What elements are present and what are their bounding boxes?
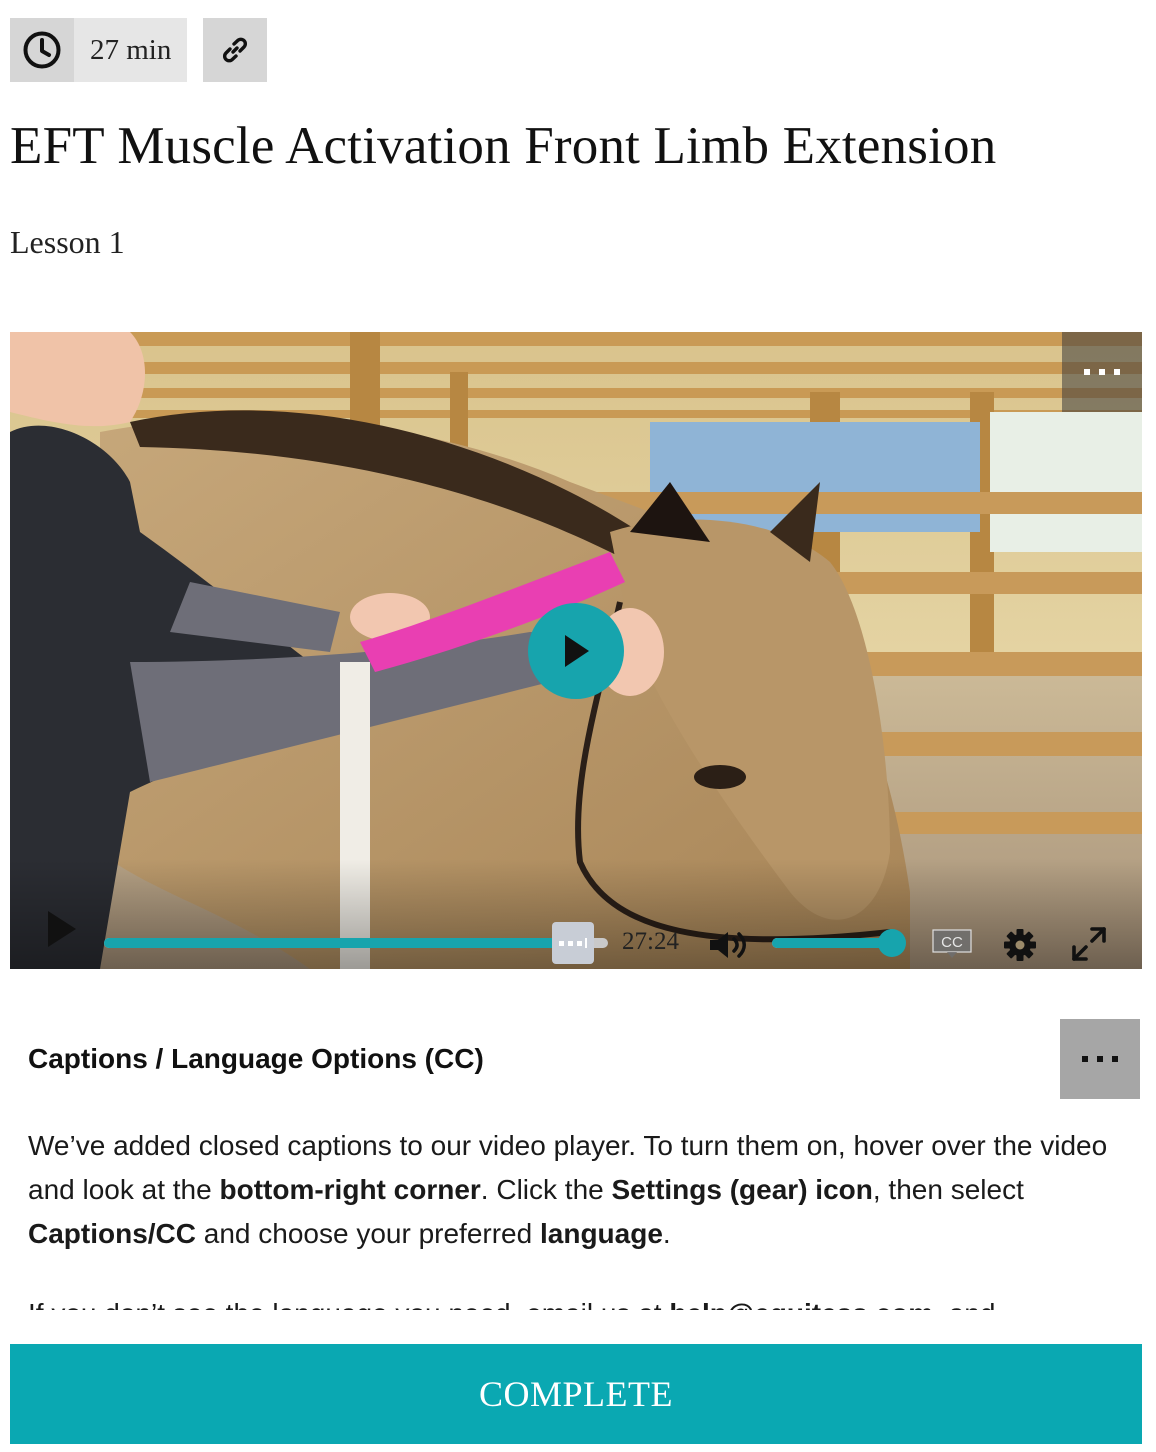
video-player[interactable]: 27:24 CC — [10, 332, 1142, 969]
cc-icon[interactable]: CC — [932, 929, 972, 959]
time-display: 27:24 — [622, 928, 679, 955]
video-controls: 27:24 CC — [10, 859, 1142, 969]
captions-help-text: If you don’t see the language you need, … — [28, 1292, 1118, 1310]
complete-button[interactable]: COMPLETE — [10, 1344, 1142, 1444]
play-button[interactable] — [44, 909, 78, 949]
gear-icon[interactable] — [1002, 927, 1038, 963]
link-icon — [223, 37, 248, 63]
big-play-button[interactable] — [528, 603, 624, 699]
volume-fill — [772, 938, 892, 948]
volume-slider[interactable] — [772, 929, 906, 957]
captions-heading: Captions / Language Options (CC) — [28, 1043, 484, 1074]
seek-bar[interactable] — [104, 922, 608, 964]
help-email-link[interactable]: help@equitess.com — [669, 1298, 933, 1310]
seek-handle[interactable] — [551, 922, 594, 964]
copy-link-button[interactable] — [203, 18, 268, 82]
duration-badge: 27 min — [10, 18, 188, 82]
captions-instructions: We’ve added closed captions to our video… — [28, 1130, 1108, 1249]
volume-knob[interactable] — [878, 929, 906, 957]
more-icon — [558, 938, 587, 948]
volume-icon[interactable] — [708, 929, 750, 961]
seek-bar-fill — [104, 938, 573, 948]
lesson-meta-bar: 27 min — [10, 18, 268, 82]
more-icon — [1082, 1056, 1118, 1062]
duration-text: 27 min — [90, 34, 172, 66]
video-more-options-button[interactable] — [1062, 332, 1142, 412]
svg-text:CC: CC — [941, 934, 963, 951]
fullscreen-icon[interactable] — [1070, 925, 1108, 963]
play-icon — [565, 635, 589, 667]
section-more-button[interactable] — [1060, 1019, 1140, 1099]
clock-icon — [10, 18, 74, 82]
lesson-subtitle: Lesson 1 — [10, 224, 125, 260]
more-icon — [1084, 369, 1120, 375]
captions-section: Captions / Language Options (CC) We’ve a… — [10, 1010, 1142, 1310]
lesson-title: EFT Muscle Activation Front Limb Extensi… — [10, 117, 997, 175]
